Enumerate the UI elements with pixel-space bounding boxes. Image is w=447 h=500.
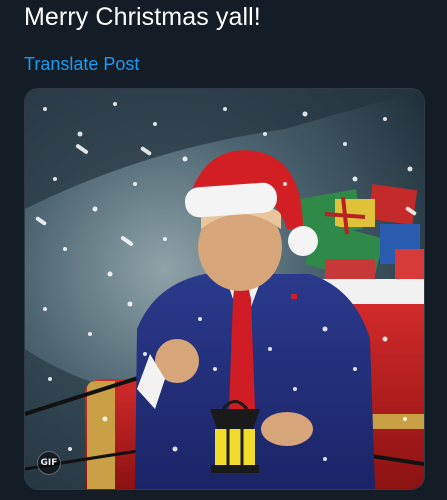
post-text: Merry Christmas yall! — [24, 3, 261, 31]
post-container: Merry Christmas yall! Translate Post GIF — [0, 0, 447, 500]
lantern — [210, 400, 260, 473]
translate-post-link[interactable]: Translate Post — [24, 52, 139, 76]
gif-media[interactable]: GIF — [24, 88, 425, 490]
gif-badge: GIF — [37, 451, 61, 475]
gif-illustration — [25, 89, 424, 489]
